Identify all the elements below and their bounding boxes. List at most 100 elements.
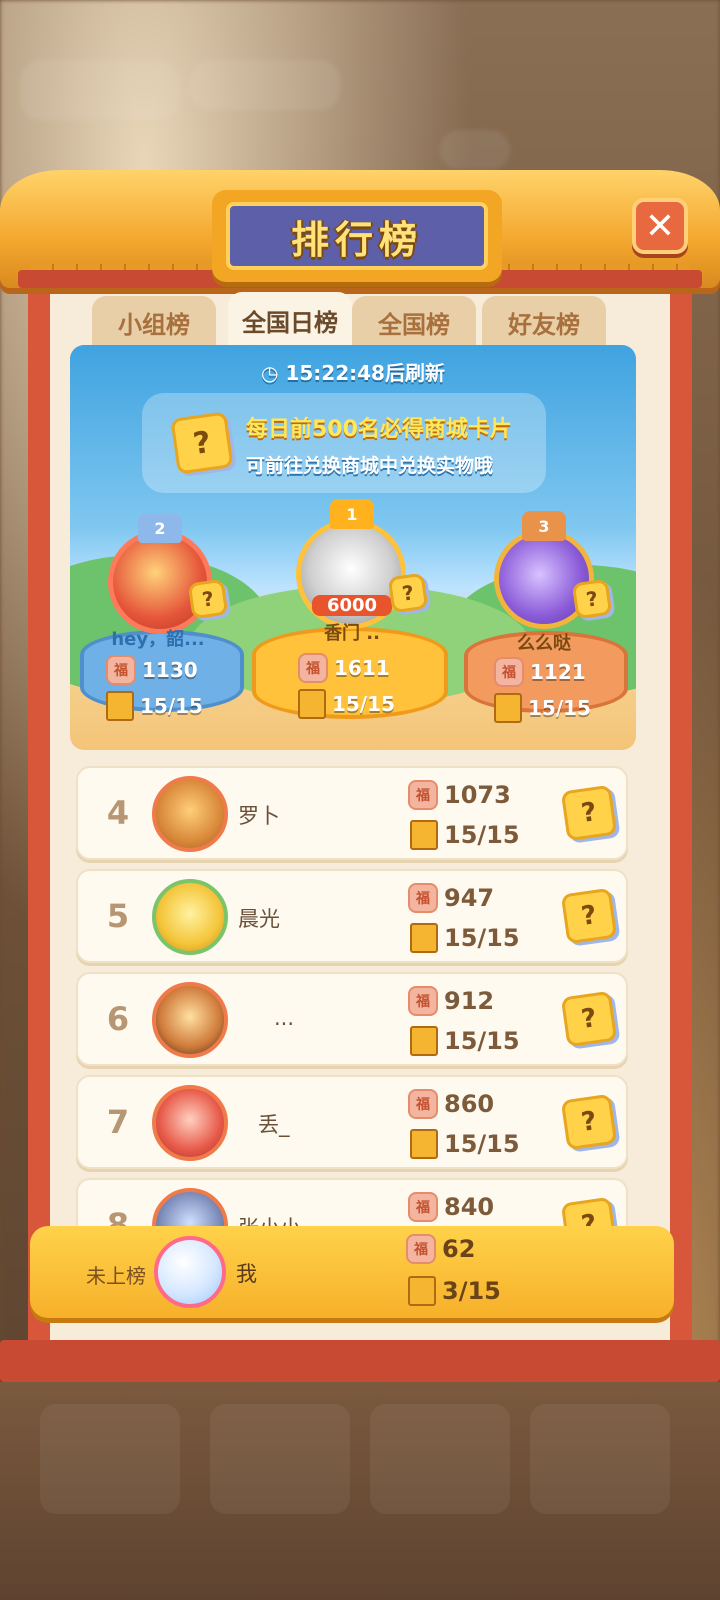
background-tile <box>210 1404 350 1514</box>
books-value: 15/15 <box>444 924 520 952</box>
score-value: 1073 <box>444 781 511 809</box>
fortune-coin-icon: 福 <box>406 1234 436 1264</box>
tab-friends[interactable]: 好友榜 <box>482 296 606 348</box>
question-icon: ? <box>584 586 600 612</box>
score-value: 947 <box>444 884 495 912</box>
books-value: 15/15 <box>444 1027 520 1055</box>
question-icon: ? <box>579 1003 599 1035</box>
podium-third: 3 ? 么么哒 福 1121 15/15 <box>456 505 636 745</box>
books-row: 15/15 <box>106 691 203 721</box>
frame-bottom <box>0 1340 720 1382</box>
title-plaque-inner: 排行榜 <box>226 202 488 270</box>
player-name: ... <box>274 1006 295 1030</box>
tab-group[interactable]: 小组榜 <box>92 296 216 348</box>
books-row: 15/15 <box>410 820 520 850</box>
tab-bar: 小组榜 全国日榜 全国榜 好友榜 <box>92 292 612 348</box>
card-reward-icon[interactable]: ? <box>560 784 618 842</box>
books-row: 3/15 <box>408 1276 501 1306</box>
background-tile <box>530 1404 670 1514</box>
fortune-coin-icon: 福 <box>408 986 438 1016</box>
book-icon <box>106 691 134 721</box>
score-value: 62 <box>442 1235 476 1263</box>
my-avatar[interactable] <box>154 1236 226 1308</box>
score-row: 福 1073 <box>408 780 511 810</box>
question-icon: ? <box>579 797 599 829</box>
book-icon <box>410 1129 438 1159</box>
score-badge: 6000 <box>312 595 392 616</box>
books-value: 15/15 <box>332 692 395 716</box>
books-row: 15/15 <box>298 689 395 719</box>
score-value: 840 <box>444 1193 495 1221</box>
background-game-area <box>0 1382 720 1600</box>
ranking-row[interactable]: 5 晨光 福 947 15/15 ? <box>76 869 628 963</box>
books-row: 15/15 <box>494 693 591 723</box>
fortune-coin-icon: 福 <box>408 780 438 810</box>
books-value: 15/15 <box>528 696 591 720</box>
my-name: 我 <box>236 1262 257 1286</box>
card-reward-icon[interactable]: ? <box>560 990 618 1048</box>
score-row: 福 62 <box>406 1234 475 1264</box>
refresh-text: 15:22:48后刷新 <box>285 361 445 385</box>
avatar[interactable] <box>152 1085 228 1161</box>
my-ranking-bar[interactable]: 未上榜 我 福 62 3/15 <box>30 1226 674 1318</box>
books-value: 15/15 <box>444 821 520 849</box>
book-icon <box>408 1276 436 1306</box>
rank-number: 6 <box>106 1000 130 1038</box>
avatar[interactable] <box>152 879 228 955</box>
avatar[interactable] <box>152 776 228 852</box>
rank-number: 3 <box>538 516 550 536</box>
score-row: 福 840 <box>408 1192 494 1222</box>
top-three-banner: ◷ 15:22:48后刷新 ? 每日前500名必得商城卡片 可前往兑换商城中兑换… <box>70 345 636 750</box>
tab-national-daily[interactable]: 全国日榜 <box>228 292 352 348</box>
close-icon: ✕ <box>644 205 676 247</box>
rank-number: 4 <box>106 794 130 832</box>
ranking-row[interactable]: 6 ... 福 912 15/15 ? <box>76 972 628 1066</box>
tab-national[interactable]: 全国榜 <box>352 296 476 348</box>
tab-label: 好友榜 <box>508 310 580 339</box>
score-row: 福 947 <box>408 883 494 913</box>
clock-icon: ◷ <box>261 361 286 385</box>
tab-label: 全国榜 <box>378 310 450 339</box>
score-value: 1130 <box>142 658 198 682</box>
book-icon <box>494 693 522 723</box>
card-reward-icon[interactable]: ? <box>187 578 229 620</box>
score-row: 福 1611 <box>298 653 390 683</box>
avatar[interactable] <box>152 982 228 1058</box>
question-icon: ? <box>190 424 214 462</box>
question-icon: ? <box>579 1106 599 1138</box>
ranking-row[interactable]: 7 丢_ 福 860 15/15 ? <box>76 1075 628 1169</box>
card-reward-icon[interactable]: ? <box>560 887 618 945</box>
rank-number: 2 <box>154 518 166 538</box>
fortune-coin-icon: 福 <box>408 1192 438 1222</box>
player-name: 罗卜 <box>238 804 280 828</box>
tab-label: 小组榜 <box>118 310 190 339</box>
ranking-row[interactable]: 4 罗卜 福 1073 15/15 ? <box>76 766 628 860</box>
rank-crown: 2 <box>138 513 182 543</box>
player-name: 么么哒 <box>517 633 571 654</box>
fortune-coin-icon: 福 <box>298 653 328 683</box>
score-value: 1611 <box>334 656 390 680</box>
background-tile <box>40 1404 180 1514</box>
reward-info-line2: 可前往兑换商城中兑换实物哦 <box>246 455 494 477</box>
score-row: 福 1130 <box>106 655 198 685</box>
fortune-coin-icon: 福 <box>408 1089 438 1119</box>
reward-info-box: ? 每日前500名必得商城卡片 可前往兑换商城中兑换实物哦 <box>142 393 546 493</box>
score-row: 福 912 <box>408 986 494 1016</box>
card-reward-icon[interactable]: ? <box>571 578 613 620</box>
rank-number: 1 <box>346 504 358 524</box>
card-reward-icon[interactable]: ? <box>560 1093 618 1151</box>
rank-crown: 1 <box>330 499 374 529</box>
books-value: 3/15 <box>442 1277 501 1305</box>
question-icon: ? <box>400 580 416 606</box>
fortune-coin-icon: 福 <box>408 883 438 913</box>
books-value: 15/15 <box>140 694 203 718</box>
card-reward-icon[interactable]: ? <box>170 411 234 475</box>
player-name: 香门 .. <box>324 623 380 644</box>
score-value: 1121 <box>530 660 586 684</box>
books-row: 15/15 <box>410 1026 520 1056</box>
close-button[interactable]: ✕ <box>632 198 688 254</box>
book-icon <box>410 1026 438 1056</box>
rank-number: 5 <box>106 897 130 935</box>
card-reward-icon[interactable]: ? <box>387 572 429 614</box>
reward-info-line1: 每日前500名必得商城卡片 <box>246 417 512 442</box>
